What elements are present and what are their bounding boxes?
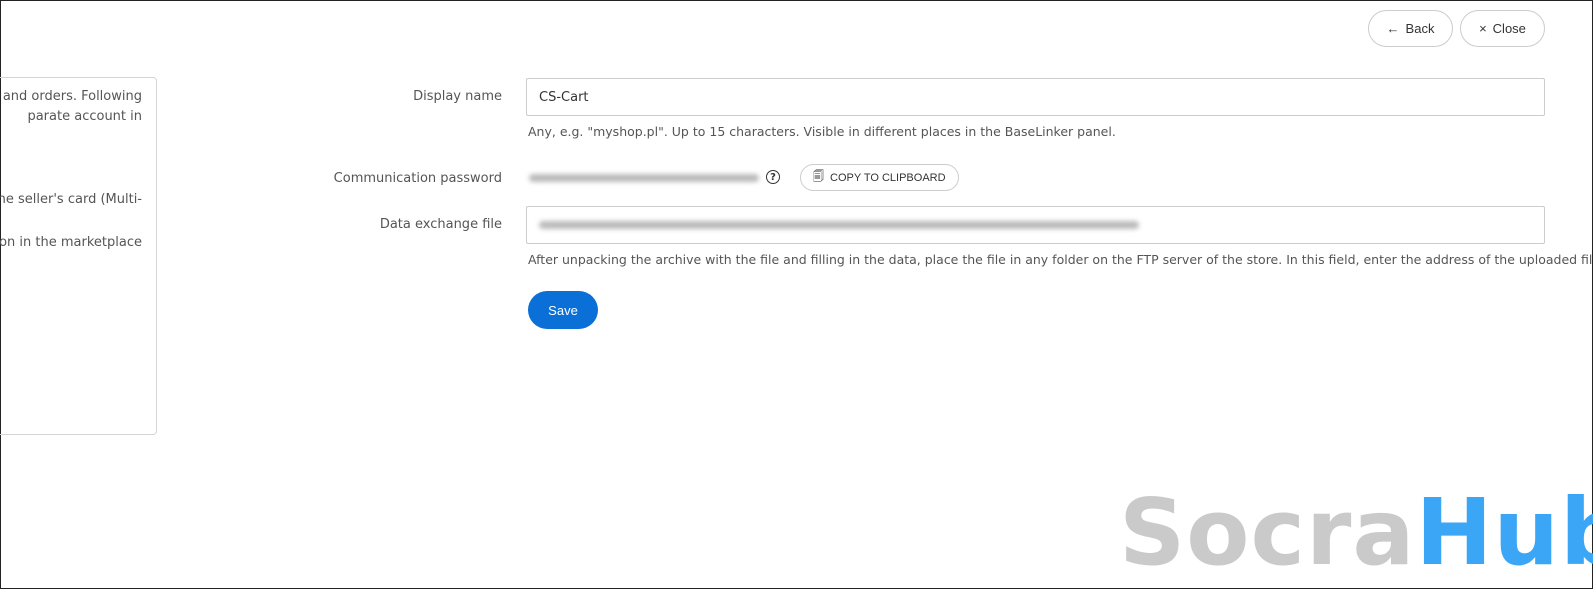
display-name-input[interactable]: CS-Cart <box>526 78 1545 116</box>
info-text: parate account in <box>27 109 142 124</box>
data-exchange-file-help: After unpacking the archive with the fil… <box>528 252 1593 267</box>
close-icon: × <box>1479 21 1487 36</box>
info-text: ts and orders. Following <box>0 89 142 104</box>
password-value-blurred <box>529 174 759 182</box>
back-button[interactable]: ← Back <box>1368 10 1453 47</box>
display-name-help: Any, e.g. "myshop.pl". Up to 15 characte… <box>528 124 1116 139</box>
socrahub-watermark: SocraHub <box>1119 479 1593 586</box>
copy-to-clipboard-button[interactable]: 🗐 COPY TO CLIPBOARD <box>800 164 959 191</box>
clipboard-icon: 🗐 <box>813 171 824 183</box>
info-text: he seller's card (Multi- <box>0 192 142 207</box>
save-button[interactable]: Save <box>528 291 598 329</box>
display-name-label: Display name <box>413 89 502 104</box>
data-exchange-file-label: Data exchange file <box>379 217 502 232</box>
close-button[interactable]: × Close <box>1460 10 1545 47</box>
info-text: tion in the marketplace <box>0 235 142 250</box>
arrow-left-icon: ← <box>1386 21 1400 36</box>
file-url-blurred <box>539 221 1139 229</box>
help-icon[interactable]: ? <box>766 170 780 184</box>
communication-password-label: Communication password <box>333 171 502 186</box>
info-panel: ts and orders. Following parate account … <box>0 77 157 435</box>
data-exchange-file-input[interactable] <box>526 206 1545 244</box>
